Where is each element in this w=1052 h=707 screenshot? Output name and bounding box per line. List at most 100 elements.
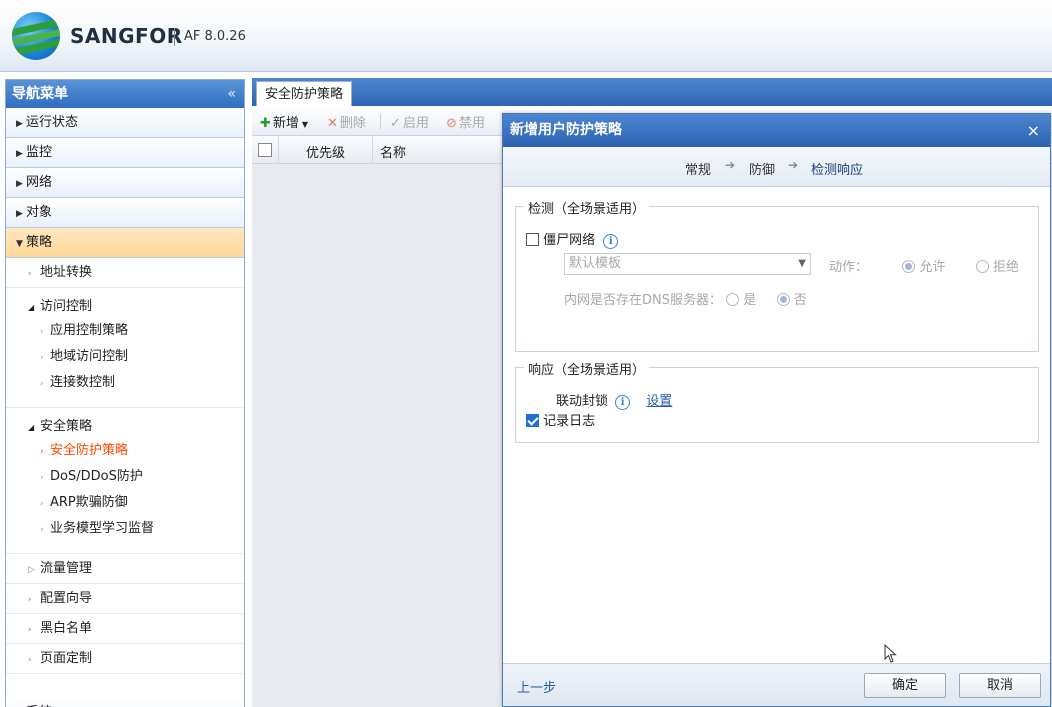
delete-x-icon: ✕ [327,116,338,131]
sidebar-leaf-label: DoS/DDoS防护 [50,469,143,484]
sidebar-item-policy[interactable]: ▼ 策略 [6,228,244,258]
sidebar-leaf-label: ARP欺骗防御 [50,495,128,510]
info-icon[interactable]: i [615,395,631,410]
ok-button[interactable]: 确定 [864,673,946,698]
dns-no-label: 否 [793,293,807,308]
sidebar-leaf-geo-access[interactable]: › 地域访问控制 [6,344,244,370]
step-detect-response[interactable]: 检测响应 [811,159,863,178]
botnet-checkbox[interactable] [526,233,539,246]
action-allow-label: 允许 [919,260,946,275]
action-deny-radio[interactable] [975,260,989,273]
sangfor-logo-icon [12,12,60,60]
response-section: 响应（全场景适用） 联动封锁 i 设置 记录日志 [515,359,1039,443]
expand-arrow-icon: ▶ [16,179,23,189]
brand-name: SANGFOR [70,24,183,48]
column-priority[interactable]: 优先级 [306,142,345,161]
step-defense[interactable]: 防御 [749,159,775,178]
log-checkbox[interactable] [526,414,539,427]
chevron-right-icon: › [40,499,44,509]
wizard-steps: 常规 ➔ 防御 ➔ 检测响应 [503,147,1050,187]
info-icon[interactable]: i [603,234,619,249]
delete-label: 删除 [339,116,366,131]
dns-yes-label: 是 [743,293,757,308]
sidebar-sub-label: 页面定制 [40,651,93,666]
prohibit-icon: ⊘ [446,116,457,131]
detect-legend: 检测（全场景适用） [524,198,650,217]
linkage-row: 联动封锁 i 设置 [556,390,672,410]
dialog-title: 新增用户防护策略 [510,122,622,138]
product-version: AF 8.0.26 [184,29,246,44]
sidebar-leaf-biz-model[interactable]: › 业务模型学习监督 [6,516,244,542]
sidebar-group-security[interactable]: ◢ 安全策略 [6,416,244,438]
template-select[interactable]: 默认模板 ▼ [564,253,811,275]
detect-section: 检测（全场景适用） 僵尸网络 i 默认模板 ▼ 动作： 允许 拒绝 内网是否存在… [515,198,1039,352]
sidebar-group-label: 访问控制 [40,299,93,314]
expand-arrow-icon: ▶ [16,119,23,129]
chevron-right-icon: › [40,353,44,363]
linkage-settings-link[interactable]: 设置 [646,394,672,409]
sidebar-sub-nat[interactable]: › 地址转换 [6,258,244,288]
sidebar-sub-page-custom[interactable]: › 页面定制 [6,644,244,674]
sidebar-item-monitor[interactable]: ▶ 监控 [6,138,244,168]
sidebar-leaf-label: 应用控制策略 [50,323,129,338]
disable-label: 禁用 [458,116,485,131]
sidebar-leaf-label: 业务模型学习监督 [50,521,155,536]
cancel-button[interactable]: 取消 [959,673,1041,698]
header-divider [174,28,175,46]
sidebar-leaf-app-control[interactable]: › 应用控制策略 [6,318,244,344]
sidebar-group-access-control[interactable]: ◢ 访问控制 [6,296,244,318]
dropdown-caret-icon: ▼ [301,120,309,129]
dialog-titlebar: 新增用户防护策略 × [503,114,1050,147]
action-deny-label: 拒绝 [992,260,1019,275]
chevron-right-icon: › [40,447,44,457]
group-expanded-icon: ◢ [28,423,35,432]
select-all-checkbox[interactable] [258,143,272,157]
sidebar-leaf-label: 连接数控制 [50,375,116,390]
prev-step-link[interactable]: 上一步 [517,677,556,696]
collapse-sidebar-icon[interactable]: « [227,80,236,108]
dns-no-radio[interactable] [776,293,790,306]
toolbar-separator [380,114,381,129]
step-general[interactable]: 常规 [685,159,711,178]
sidebar-sub-blackwhite[interactable]: › 黑白名单 [6,614,244,644]
action-allow-radio[interactable] [902,260,916,273]
tab-security-protection[interactable]: 安全防护策略 [256,81,353,106]
response-legend: 响应（全场景适用） [524,359,650,378]
sidebar-leaf-security-protection[interactable]: › 安全防护策略 [6,438,244,464]
botnet-label: 僵尸网络 [543,233,596,248]
nav-sidebar: 导航菜单 « ▶ 运行状态 ▶ 监控 ▶ 网络 ▶ 对象 ▼ 策略 › 地址转换 ◢ 访问控制… [5,79,245,707]
sidebar-item-status[interactable]: ▶ 运行状态 [6,108,244,138]
sidebar-sub-wizard[interactable]: › 配置向导 [6,584,244,614]
sidebar-item-objects[interactable]: ▶ 对象 [6,198,244,228]
add-button[interactable]: ✚ 新增 ▼ [260,112,308,131]
sidebar-sub-label: 地址转换 [40,265,93,280]
sidebar-divider [6,396,244,408]
column-name[interactable]: 名称 [380,142,406,161]
enable-button[interactable]: ✓ 启用 [390,112,429,131]
dns-row: 内网是否存在DNS服务器： 是 否 [564,289,807,308]
sidebar-item-label: 监控 [26,145,53,160]
sidebar-leaf-arp[interactable]: › ARP欺骗防御 [6,490,244,516]
add-label: 新增 [272,116,299,131]
mouse-cursor-icon [884,644,897,663]
group-collapsed-icon: ▷ [28,565,35,575]
sidebar-sub-traffic[interactable]: ▷ 流量管理 [6,554,244,584]
log-label: 记录日志 [543,414,596,429]
sidebar-sub-label: 流量管理 [40,561,93,576]
sidebar-leaf-conn-limit[interactable]: › 连接数控制 [6,370,244,396]
chevron-right-icon: › [28,655,32,665]
sidebar-item-network[interactable]: ▶ 网络 [6,168,244,198]
sidebar-item-label: 网络 [26,175,53,190]
sidebar-item-system[interactable]: ▶系统 [6,698,244,707]
sidebar-item-label: 运行状态 [26,115,79,130]
delete-button[interactable]: ✕ 删除 [327,112,366,131]
action-label: 动作： [829,260,869,275]
disable-button[interactable]: ⊘ 禁用 [446,112,485,131]
chevron-right-icon: › [40,379,44,389]
tab-bar: 安全防护策略 [252,78,1052,106]
dns-yes-radio[interactable] [726,293,740,306]
close-icon[interactable]: × [1027,114,1040,147]
template-select-value: 默认模板 [569,256,622,271]
sidebar-leaf-ddos[interactable]: › DoS/DDoS防护 [6,464,244,490]
sidebar-item-label: 对象 [26,205,53,220]
